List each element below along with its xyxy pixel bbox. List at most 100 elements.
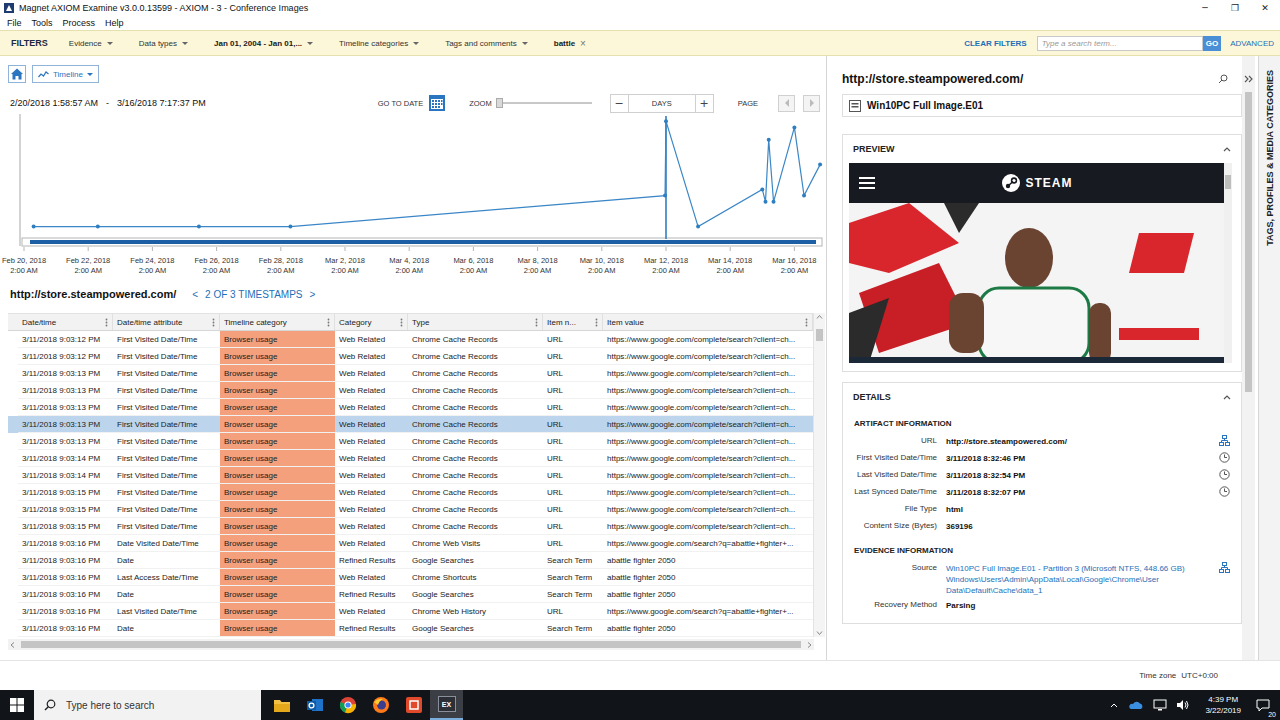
related-artifacts-icon[interactable] (1219, 562, 1230, 573)
filter-dropdown[interactable]: Timeline categories (339, 39, 419, 48)
column-menu-icon[interactable] (212, 318, 215, 327)
table-row[interactable]: 3/11/2018 9:03:14 PMFirst Visited Date/T… (8, 467, 813, 484)
taskbar-clock[interactable]: 4:39 PM3/22/2019 (1205, 694, 1241, 716)
window-control-button[interactable]: ─ (1190, 0, 1220, 16)
column-header[interactable]: Timeline category (220, 314, 335, 330)
data-point[interactable] (663, 194, 667, 198)
related-artifacts-icon[interactable] (1219, 435, 1230, 446)
data-point[interactable] (772, 200, 776, 204)
scroll-right-icon[interactable] (804, 640, 814, 650)
next-page-button[interactable] (803, 95, 820, 112)
table-row[interactable]: 3/11/2018 9:03:16 PMDateBrowser usageRef… (8, 552, 813, 569)
home-button[interactable] (8, 65, 26, 83)
table-row[interactable]: 3/11/2018 9:03:15 PMFirst Visited Date/T… (8, 484, 813, 501)
steam-logo[interactable]: STEAM (875, 173, 1214, 193)
data-point[interactable] (32, 225, 36, 229)
clear-filters-button[interactable]: CLEAR FILTERS (964, 39, 1027, 48)
zoom-slider[interactable] (496, 98, 592, 108)
previous-timestamp-button[interactable]: < (190, 289, 200, 300)
scroll-thumb[interactable] (21, 641, 801, 648)
go-button[interactable]: GO (1203, 36, 1221, 51)
pop-out-icon[interactable] (1218, 74, 1228, 84)
collapse-icon[interactable] (1223, 146, 1231, 152)
column-menu-icon[interactable] (400, 318, 403, 327)
details-card-header[interactable]: DETAILS (849, 383, 1235, 411)
table-row[interactable]: 3/11/2018 9:03:15 PMFirst Visited Date/T… (8, 501, 813, 518)
column-menu-icon[interactable] (105, 318, 108, 327)
scroll-thumb[interactable] (1245, 92, 1252, 392)
clock-icon[interactable] (1219, 469, 1230, 480)
zoom-out-button[interactable]: − (611, 95, 628, 112)
table-vertical-scrollbar[interactable] (813, 313, 825, 637)
column-menu-icon[interactable] (327, 318, 330, 327)
menu-item[interactable]: File (2, 18, 27, 28)
side-tab[interactable]: TAGS, PROFILES & MEDIA CATEGORIES (1258, 56, 1280, 660)
collapse-icon[interactable] (1223, 394, 1231, 400)
show-hidden-icons-icon[interactable] (1109, 701, 1119, 709)
table-row[interactable]: 3/11/2018 9:03:16 PMDate Visited Date/Ti… (8, 535, 813, 552)
scroll-thumb[interactable] (816, 329, 823, 341)
taskbar-search-input[interactable] (66, 700, 251, 711)
table-row[interactable]: 3/11/2018 9:03:13 PMFirst Visited Date/T… (8, 433, 813, 450)
details-scrollbar[interactable] (1242, 56, 1255, 660)
data-point[interactable] (802, 194, 806, 198)
filter-dropdown[interactable]: Evidence (69, 39, 113, 48)
column-header[interactable]: Date/time attribute (113, 314, 220, 330)
table-row[interactable]: 3/11/2018 9:03:13 PMFirst Visited Date/T… (8, 365, 813, 382)
clock-icon[interactable] (1219, 452, 1230, 463)
collapse-panel-icon[interactable] (1243, 74, 1255, 84)
column-header[interactable]: Category (335, 314, 408, 330)
column-menu-icon[interactable] (805, 318, 808, 327)
table-row[interactable]: 3/11/2018 9:03:13 PMFirst Visited Date/T… (8, 399, 813, 416)
data-point[interactable] (818, 163, 822, 167)
filter-dropdown[interactable]: Data types (139, 39, 188, 48)
data-point[interactable] (696, 225, 700, 229)
field-value[interactable]: Win10PC Full Image.E01 - Partition 3 (Mi… (946, 559, 1208, 596)
taskbar-app[interactable] (331, 690, 364, 720)
filter-dropdown[interactable]: Jan 01, 2004 - Jan 01,... (214, 39, 313, 48)
search-input[interactable] (1037, 36, 1203, 51)
start-button[interactable] (0, 690, 34, 720)
remove-filter-button[interactable]: × (580, 38, 586, 49)
previous-page-button[interactable] (778, 95, 795, 112)
action-center-button[interactable]: 20 (1256, 699, 1274, 712)
taskbar-app[interactable] (265, 690, 298, 720)
data-point[interactable] (764, 200, 768, 204)
table-row[interactable]: 3/11/2018 9:03:12 PMFirst Visited Date/T… (8, 331, 813, 348)
data-point[interactable] (767, 138, 771, 142)
taskbar-app[interactable] (397, 690, 430, 720)
table-row[interactable]: 3/11/2018 9:03:14 PMFirst Visited Date/T… (8, 450, 813, 467)
scroll-left-icon[interactable] (8, 640, 18, 650)
window-control-button[interactable]: ❐ (1220, 0, 1250, 16)
panel-divider[interactable] (827, 56, 842, 660)
range-scrollbar-thumb[interactable] (30, 240, 816, 244)
preview-scrollbar[interactable] (1224, 163, 1232, 363)
data-point[interactable] (792, 125, 796, 129)
table-row[interactable]: 3/11/2018 9:03:15 PMFirst Visited Date/T… (8, 518, 813, 535)
calendar-button[interactable] (429, 95, 445, 111)
scroll-thumb[interactable] (1225, 175, 1231, 189)
data-point[interactable] (760, 187, 764, 191)
table-row[interactable]: 3/11/2018 9:03:13 PMFirst Visited Date/T… (8, 382, 813, 399)
table-row[interactable]: 3/11/2018 9:03:16 PMDateBrowser usageRef… (8, 586, 813, 603)
filter-dropdown[interactable]: Tags and comments (445, 39, 528, 48)
next-timestamp-button[interactable]: > (308, 289, 318, 300)
scroll-up-icon[interactable] (814, 313, 825, 321)
table-horizontal-scrollbar[interactable] (8, 639, 814, 650)
table-row[interactable]: 3/11/2018 9:03:12 PMFirst Visited Date/T… (8, 348, 813, 365)
table-row[interactable]: 3/11/2018 9:03:16 PMLast Visited Date/Ti… (8, 603, 813, 620)
scroll-down-icon[interactable] (814, 629, 825, 637)
column-header[interactable]: Type (408, 314, 543, 330)
taskbar-app[interactable]: EX (430, 690, 463, 720)
taskbar-search[interactable] (34, 690, 261, 720)
taskbar-app[interactable] (298, 690, 331, 720)
range-scrollbar[interactable] (22, 238, 822, 246)
zoom-in-button[interactable]: + (696, 95, 713, 112)
zoom-thumb[interactable] (496, 98, 503, 108)
window-control-button[interactable]: ✕ (1250, 0, 1280, 16)
menu-item[interactable]: Help (100, 18, 129, 28)
column-header[interactable]: Item n... (543, 314, 603, 330)
column-menu-icon[interactable] (595, 318, 598, 327)
menu-item[interactable]: Tools (27, 18, 58, 28)
preview-header[interactable]: PREVIEW (849, 135, 1235, 163)
